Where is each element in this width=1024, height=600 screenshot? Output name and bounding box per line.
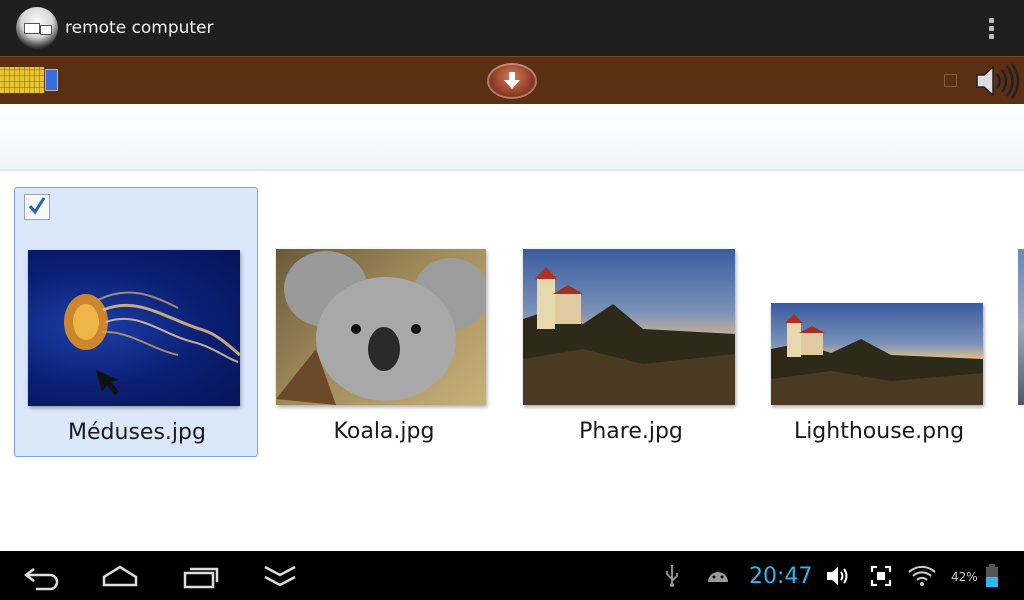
recent-apps-icon[interactable]: [182, 561, 220, 595]
file-name: Lighthouse.png: [793, 419, 965, 444]
file-thumbnail-partial[interactable]: [1018, 249, 1024, 405]
app-icon[interactable]: [16, 7, 58, 49]
status-clock: 20:47: [749, 564, 813, 589]
app-title-bar: remote computer: [0, 0, 1024, 56]
file-name: Phare.jpg: [579, 419, 683, 444]
battery-percent: 42%: [951, 570, 978, 584]
android-icon: [706, 566, 730, 588]
download-icon[interactable]: [487, 63, 537, 99]
file-item[interactable]: Lighthouse.png: [757, 187, 1001, 457]
app-title: remote computer: [65, 18, 214, 38]
select-checkbox[interactable]: [24, 194, 50, 220]
battery-icon: [985, 564, 999, 592]
overflow-menu-icon[interactable]: [985, 16, 999, 42]
file-grid: Méduses.jpg Koala.jpg Phare.jpg Lighthou…: [0, 171, 1024, 551]
back-icon[interactable]: [22, 561, 60, 595]
speaker-icon[interactable]: [974, 63, 1020, 103]
file-thumbnail: [771, 303, 983, 405]
file-item[interactable]: Phare.jpg: [509, 187, 753, 457]
system-navigation-bar: 20:47 42%: [0, 551, 1024, 600]
file-thumbnail: [523, 249, 735, 405]
file-item[interactable]: Méduses.jpg: [14, 187, 258, 457]
file-name: Koala.jpg: [333, 419, 435, 444]
hide-keyboard-icon[interactable]: [262, 561, 298, 595]
toolbar-checkbox[interactable]: [944, 74, 957, 87]
volume-icon: [826, 565, 850, 591]
file-thumbnail: [28, 250, 240, 406]
remote-toolbar: [0, 56, 1024, 104]
file-thumbnail: [276, 249, 486, 405]
wifi-icon: [908, 565, 936, 591]
explorer-address-strip: [0, 104, 1024, 171]
home-icon[interactable]: [100, 561, 140, 595]
file-name: Méduses.jpg: [68, 420, 206, 445]
screenshot-icon: [870, 565, 892, 591]
keyboard-icon[interactable]: [0, 67, 60, 93]
usb-icon: [664, 565, 680, 591]
file-item[interactable]: Koala.jpg: [262, 187, 506, 457]
